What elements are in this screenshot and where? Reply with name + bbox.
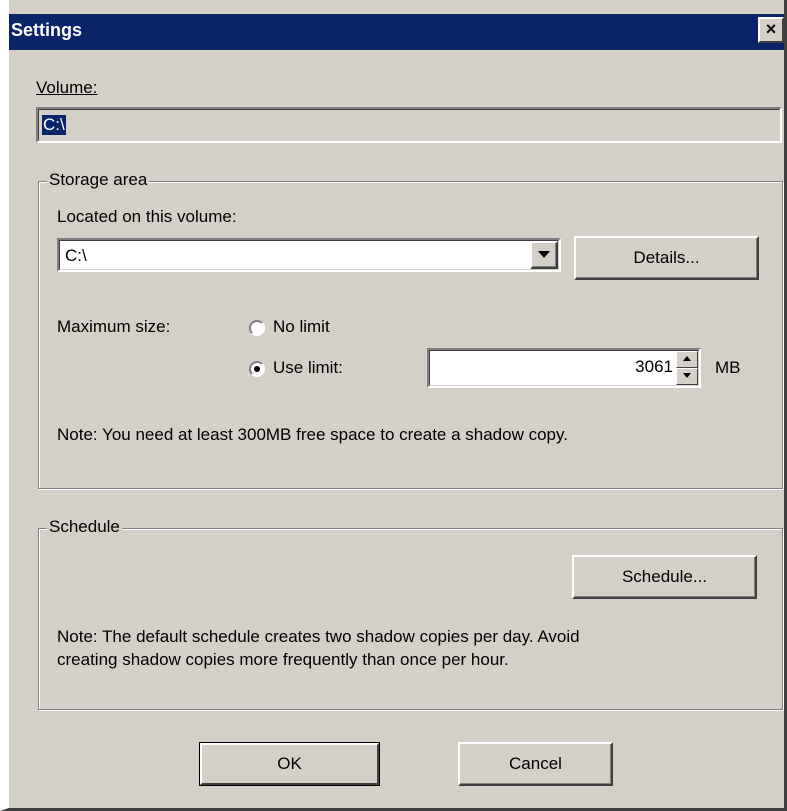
use-limit-radio[interactable] [249, 361, 265, 377]
ok-button[interactable]: OK [199, 742, 380, 786]
maximum-size-label: Maximum size: [57, 317, 171, 336]
arrow-up-icon [683, 356, 691, 361]
schedule-button[interactable]: Schedule... [572, 555, 757, 599]
located-on-label: Located on this volume: [57, 207, 237, 226]
ok-button-label: OK [277, 754, 302, 773]
located-on-value: C:\ [65, 246, 87, 265]
cancel-button-label: Cancel [509, 754, 562, 773]
close-button[interactable]: × [758, 17, 784, 43]
spin-up-button[interactable] [676, 351, 698, 368]
no-limit-label[interactable]: No limit [273, 317, 330, 337]
volume-label-text: Volume: [36, 78, 98, 97]
schedule-title: Schedule [47, 517, 122, 537]
details-button-label: Details... [633, 248, 700, 267]
no-limit-radio[interactable] [249, 320, 265, 336]
storage-area-title: Storage area [47, 170, 150, 190]
title-bar[interactable]: Settings × [9, 14, 784, 50]
radio-selected-dot [254, 366, 260, 372]
volume-value: C:\ [42, 115, 66, 135]
close-icon: × [765, 19, 777, 39]
storage-note: Note: You need at least 300MB free space… [57, 425, 568, 444]
schedule-button-label: Schedule... [621, 567, 708, 586]
settings-dialog: Settings × Volume: C:\ Storage area Loca… [0, 0, 787, 811]
located-on-dropdown[interactable]: C:\ [57, 238, 561, 272]
schedule-note-line2: creating shadow copies more frequently t… [57, 650, 509, 669]
limit-unit: MB [715, 358, 741, 377]
volume-field[interactable]: C:\ [36, 107, 782, 143]
use-limit-label[interactable]: Use limit: [273, 358, 343, 378]
chevron-down-icon [538, 251, 550, 258]
schedule-note-line1: Note: The default schedule creates two s… [57, 627, 580, 646]
window-title: Settings [11, 20, 83, 40]
dropdown-button[interactable] [530, 241, 558, 269]
limit-value-field[interactable]: 3061 [427, 348, 701, 388]
volume-label: Volume: [36, 78, 97, 98]
spin-down-button[interactable] [676, 368, 698, 385]
arrow-down-icon [683, 373, 691, 378]
cancel-button[interactable]: Cancel [458, 742, 613, 786]
limit-value: 3061 [635, 357, 673, 376]
details-button[interactable]: Details... [574, 236, 759, 280]
